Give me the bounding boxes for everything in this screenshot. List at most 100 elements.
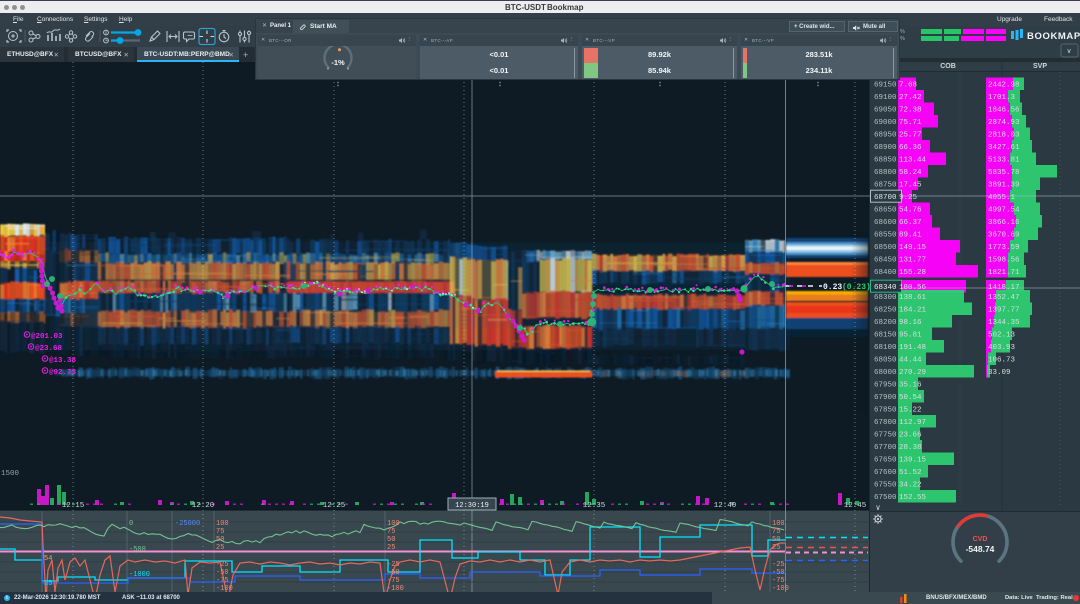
svg-text:25: 25 bbox=[44, 580, 52, 588]
svg-text:270.29: 270.29 bbox=[899, 369, 926, 377]
svg-text:4997.54: 4997.54 bbox=[988, 206, 1020, 214]
svg-text:3670.69: 3670.69 bbox=[988, 231, 1020, 239]
svg-text:67500: 67500 bbox=[874, 494, 897, 502]
svg-text:12:25: 12:25 bbox=[323, 502, 346, 510]
svg-text:139.15: 139.15 bbox=[899, 456, 927, 464]
svg-text:68700: 68700 bbox=[874, 194, 897, 202]
svg-text:3891.39: 3891.39 bbox=[988, 181, 1020, 189]
svg-text:-500: -500 bbox=[129, 546, 146, 554]
svg-text:68950: 68950 bbox=[874, 131, 897, 139]
svg-text:50.54: 50.54 bbox=[899, 394, 922, 402]
svg-text:35.16: 35.16 bbox=[899, 381, 922, 389]
svg-text:75: 75 bbox=[216, 528, 224, 536]
svg-text:-100: -100 bbox=[772, 585, 789, 592]
svg-text:131.77: 131.77 bbox=[899, 256, 926, 264]
svg-text:152.55: 152.55 bbox=[899, 494, 927, 502]
svg-text:@23.68: @23.68 bbox=[35, 345, 63, 353]
svg-text:23.66: 23.66 bbox=[899, 431, 922, 439]
svg-text:COB: COB bbox=[940, 63, 956, 70]
svg-text:25: 25 bbox=[772, 544, 780, 552]
svg-text:1701.3: 1701.3 bbox=[988, 94, 1016, 102]
svg-text:68650: 68650 bbox=[874, 206, 897, 214]
svg-text:(0.23): (0.23) bbox=[842, 283, 870, 292]
svg-text:17.45: 17.45 bbox=[899, 181, 922, 189]
svg-text:1598.56: 1598.56 bbox=[988, 256, 1020, 264]
svg-text:7.68: 7.68 bbox=[899, 81, 917, 89]
svg-text:180.56: 180.56 bbox=[899, 284, 927, 292]
svg-text:68150: 68150 bbox=[874, 331, 897, 339]
svg-text:75.71: 75.71 bbox=[899, 119, 922, 127]
svg-text:50: 50 bbox=[216, 536, 224, 544]
svg-text:67900: 67900 bbox=[874, 394, 897, 402]
svg-text:@13.38: @13.38 bbox=[49, 357, 77, 365]
svg-text:-50: -50 bbox=[387, 569, 400, 577]
svg-text:68900: 68900 bbox=[874, 144, 897, 152]
svg-text:-100: -100 bbox=[387, 585, 404, 592]
svg-text:67550: 67550 bbox=[874, 481, 897, 489]
svg-text:112.97: 112.97 bbox=[899, 419, 926, 427]
svg-text:67700: 67700 bbox=[874, 444, 897, 452]
svg-text:28.38: 28.38 bbox=[899, 444, 922, 452]
svg-text:0: 0 bbox=[129, 520, 133, 528]
svg-text:69000: 69000 bbox=[874, 119, 897, 127]
svg-text:191.48: 191.48 bbox=[899, 344, 926, 352]
svg-text:67650: 67650 bbox=[874, 456, 897, 464]
svg-text:@92.73: @92.73 bbox=[49, 369, 77, 377]
svg-text:2818.03: 2818.03 bbox=[988, 131, 1020, 139]
svg-text:-548.74: -548.74 bbox=[966, 544, 995, 554]
svg-text:34.22: 34.22 bbox=[899, 481, 922, 489]
svg-text:68400: 68400 bbox=[874, 269, 897, 277]
svg-text:68600: 68600 bbox=[874, 219, 897, 227]
svg-text:-25: -25 bbox=[387, 561, 400, 569]
svg-text:68750: 68750 bbox=[874, 181, 897, 189]
svg-text:66.36: 66.36 bbox=[899, 144, 922, 152]
svg-text:69100: 69100 bbox=[874, 94, 897, 102]
svg-text:-1000: -1000 bbox=[129, 571, 150, 579]
svg-text:1344.35: 1344.35 bbox=[988, 319, 1020, 327]
svg-text:1500: 1500 bbox=[1, 470, 20, 478]
svg-text:69150: 69150 bbox=[874, 81, 897, 89]
svg-text:2874.93: 2874.93 bbox=[988, 119, 1020, 127]
svg-text:68200: 68200 bbox=[874, 319, 897, 327]
svg-text:54.76: 54.76 bbox=[899, 206, 922, 214]
svg-text:58.24: 58.24 bbox=[899, 169, 922, 177]
svg-text:25.77: 25.77 bbox=[899, 131, 922, 139]
svg-text:-50: -50 bbox=[772, 569, 785, 577]
svg-text:89.41: 89.41 bbox=[899, 231, 922, 239]
svg-text:-100: -100 bbox=[216, 585, 233, 592]
svg-text:68500: 68500 bbox=[874, 244, 897, 252]
svg-text:67600: 67600 bbox=[874, 469, 897, 477]
svg-text:66.37: 66.37 bbox=[899, 219, 922, 227]
svg-text:106.73: 106.73 bbox=[988, 356, 1016, 364]
svg-text:44.44: 44.44 bbox=[899, 356, 922, 364]
svg-text:51.52: 51.52 bbox=[899, 469, 922, 477]
svg-text:4055.1: 4055.1 bbox=[988, 194, 1016, 202]
svg-text:12:40: 12:40 bbox=[714, 502, 737, 510]
svg-text:155.28: 155.28 bbox=[899, 269, 926, 277]
svg-text:69050: 69050 bbox=[874, 106, 897, 114]
svg-text:5835.78: 5835.78 bbox=[988, 169, 1020, 177]
svg-text:68850: 68850 bbox=[874, 156, 897, 164]
svg-text:54: 54 bbox=[44, 555, 52, 563]
svg-text:72.38: 72.38 bbox=[899, 106, 922, 114]
svg-text:BOOKMAP: BOOKMAP bbox=[1027, 31, 1080, 42]
svg-text:50: 50 bbox=[772, 536, 780, 544]
svg-text:403.93: 403.93 bbox=[988, 344, 1016, 352]
svg-text:68050: 68050 bbox=[874, 356, 897, 364]
svg-text:1418.17: 1418.17 bbox=[988, 284, 1020, 292]
svg-text:68340: 68340 bbox=[874, 284, 897, 292]
svg-text:68300: 68300 bbox=[874, 294, 897, 302]
svg-text:138.61: 138.61 bbox=[899, 294, 927, 302]
svg-text:25: 25 bbox=[216, 544, 224, 552]
svg-text:-75: -75 bbox=[216, 577, 229, 585]
svg-text:∨: ∨ bbox=[876, 503, 881, 512]
svg-text:68100: 68100 bbox=[874, 344, 897, 352]
svg-text:12:20: 12:20 bbox=[192, 502, 215, 510]
svg-text:1397.77: 1397.77 bbox=[988, 306, 1020, 314]
svg-text:∨: ∨ bbox=[1066, 48, 1071, 55]
svg-text:149.15: 149.15 bbox=[899, 244, 927, 252]
svg-text:68450: 68450 bbox=[874, 256, 897, 264]
svg-text:SVP: SVP bbox=[1033, 63, 1047, 70]
svg-text:-25000: -25000 bbox=[175, 520, 200, 528]
svg-text:98.16: 98.16 bbox=[899, 319, 922, 327]
